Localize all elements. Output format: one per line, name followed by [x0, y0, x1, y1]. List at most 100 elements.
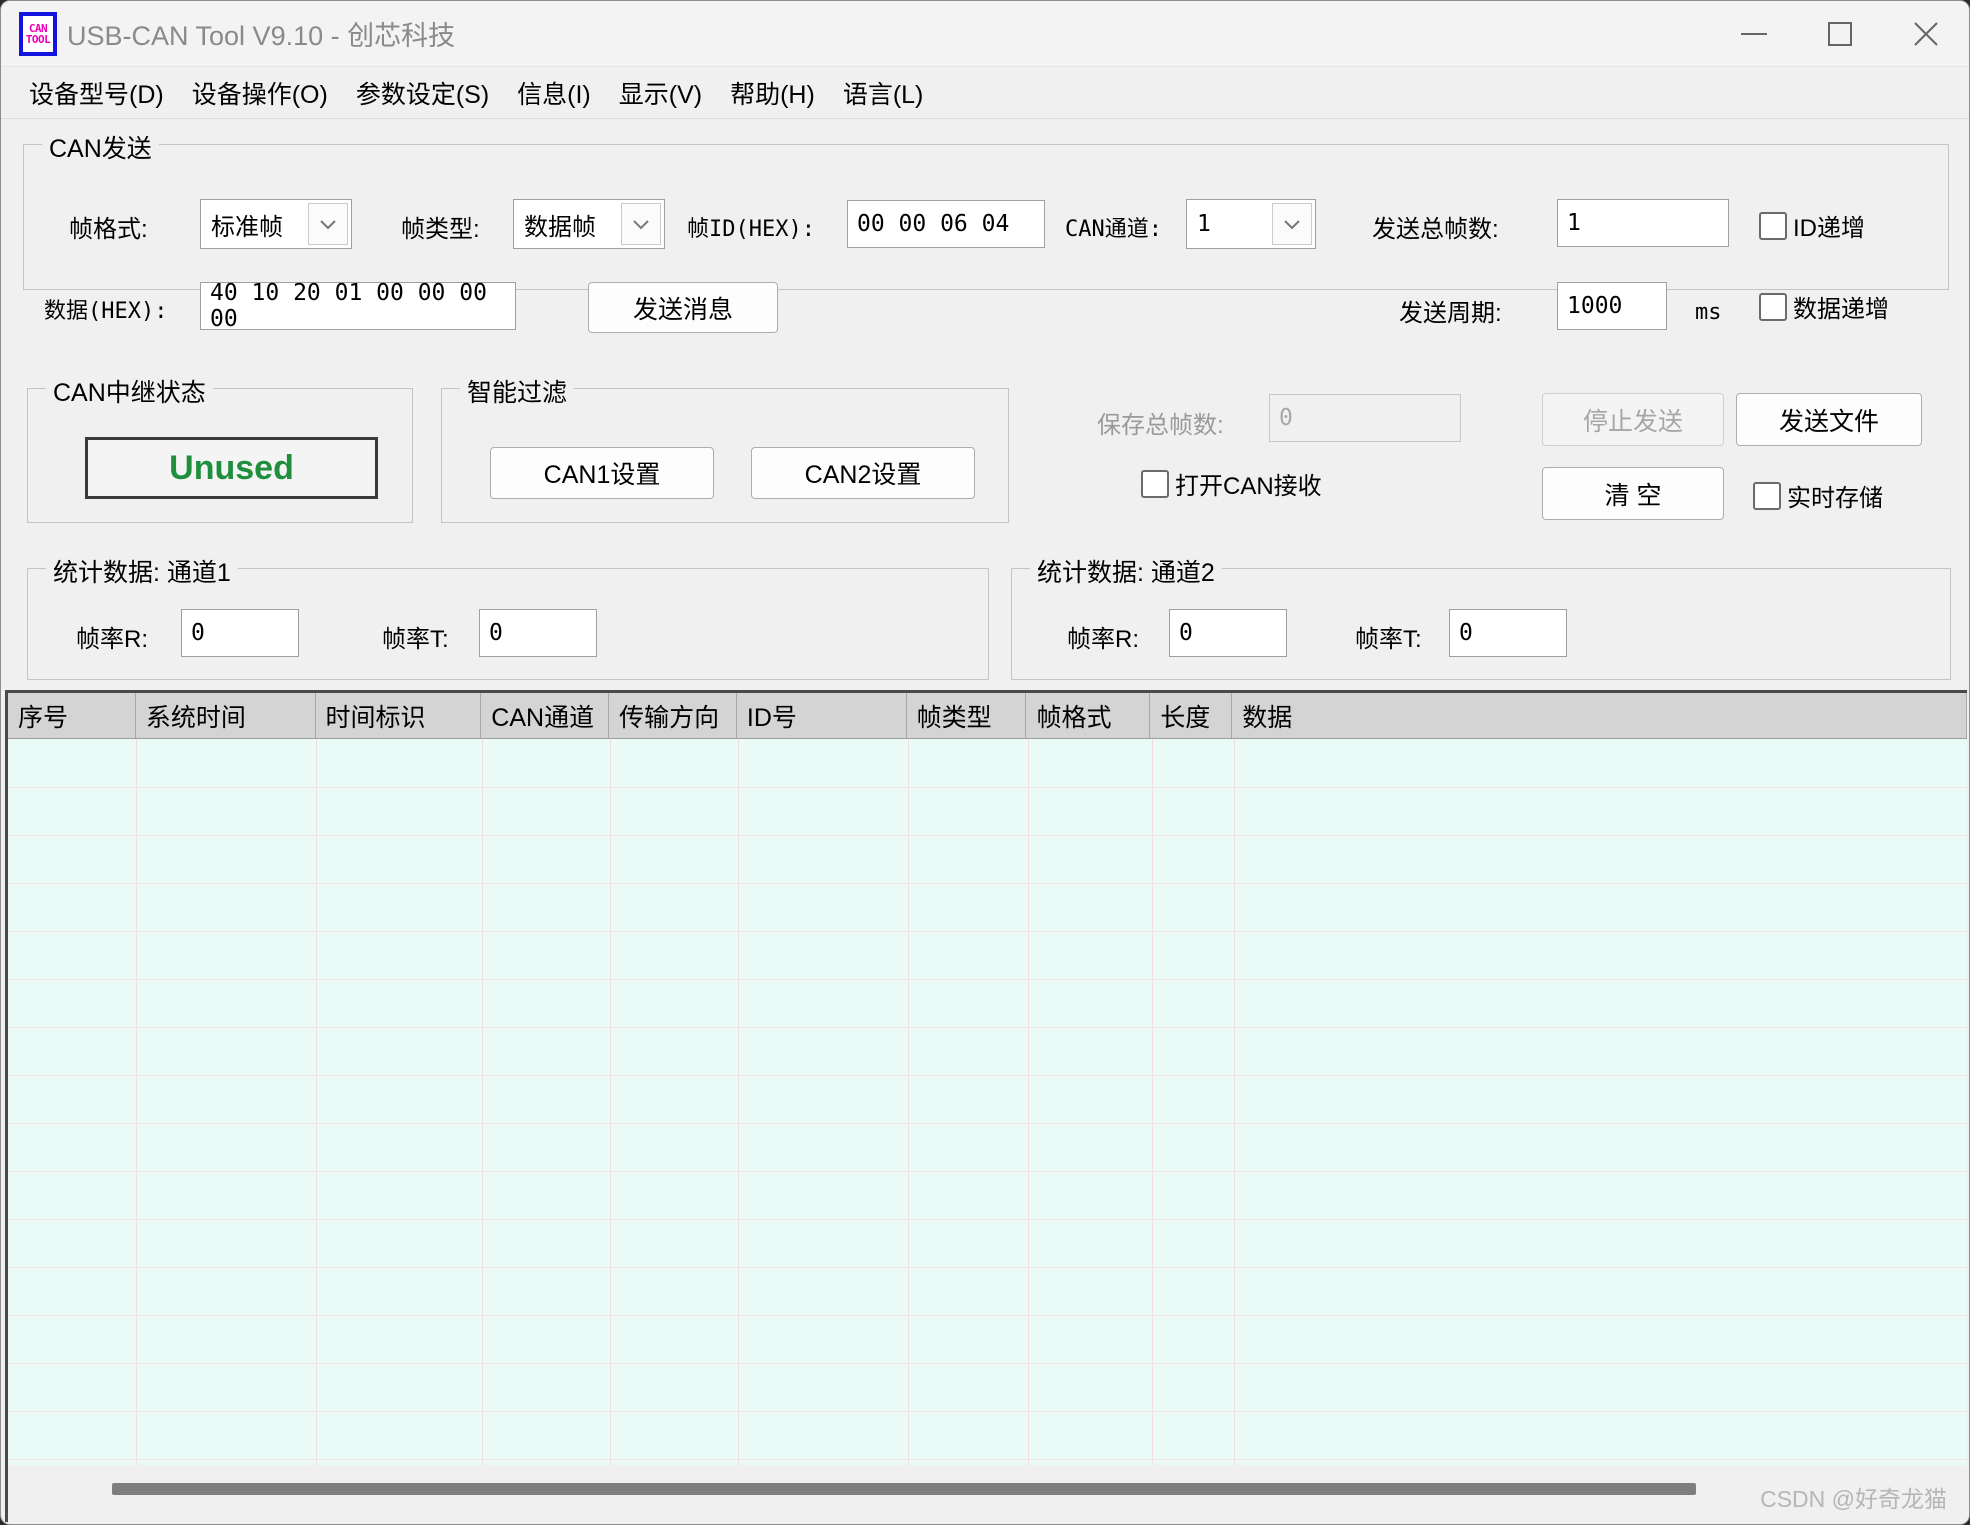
total-frames-label: 发送总帧数:: [1372, 216, 1499, 243]
checkbox-box: [1759, 292, 1787, 321]
total-frames-input[interactable]: 1: [1557, 199, 1729, 247]
ch2-frame-rate-t-label: 帧率T:: [1355, 626, 1422, 653]
table-column-header[interactable]: ID号: [736, 693, 907, 738]
minimize-icon[interactable]: [1711, 1, 1797, 67]
checkbox-box: [1141, 469, 1169, 498]
send-period-unit: ms: [1695, 300, 1722, 325]
table-column-header[interactable]: 帧格式: [1026, 693, 1151, 738]
grid-column-line: [1234, 739, 1235, 1465]
grid-row-line: [8, 1171, 1967, 1172]
frame-type-select[interactable]: 数据帧: [513, 199, 665, 249]
app-icon: CAN TOOL: [19, 11, 57, 56]
open-can-receive-checkbox[interactable]: 打开CAN接收: [1141, 466, 1322, 501]
frame-id-value: 00 00 06 04: [857, 211, 1010, 237]
checkbox-box: [1753, 481, 1781, 510]
grid-row-line: [8, 787, 1967, 788]
checkbox-box: [1759, 211, 1787, 240]
table-body[interactable]: [8, 739, 1967, 1465]
data-hex-value: 40 10 20 01 00 00 00 00: [210, 280, 487, 332]
chevron-down-icon[interactable]: [621, 203, 661, 245]
window-title: USB-CAN Tool V9.10 - 创芯科技: [67, 21, 456, 51]
data-hex-input[interactable]: 40 10 20 01 00 00 00 00: [200, 280, 516, 332]
horizontal-scrollbar-track[interactable]: [5, 1465, 1967, 1522]
can2-settings-button[interactable]: CAN2设置: [751, 447, 975, 499]
stop-send-button[interactable]: 停止发送: [1542, 393, 1724, 446]
ch1-frame-rate-r-value: 0: [191, 620, 205, 646]
grid-column-line: [908, 739, 909, 1465]
grid-row-line: [8, 1315, 1967, 1316]
ch2-frame-rate-t-input: 0: [1449, 609, 1567, 657]
ch1-frame-rate-t-label: 帧率T:: [382, 626, 449, 653]
data-increment-checkbox[interactable]: 数据递增: [1759, 289, 1889, 324]
grid-row-line: [8, 1219, 1967, 1220]
table-column-header[interactable]: 传输方向: [609, 693, 737, 738]
menu-item-display[interactable]: 显示(V): [605, 71, 716, 115]
ch2-frame-rate-r-value: 0: [1179, 620, 1193, 646]
menu-bar: 设备型号(D) 设备操作(O) 参数设定(S) 信息(I) 显示(V) 帮助(H…: [1, 67, 1969, 119]
frame-type-value: 数据帧: [524, 213, 596, 241]
frame-format-value: 标准帧: [211, 213, 283, 241]
data-increment-label: 数据递增: [1793, 296, 1889, 323]
horizontal-scrollbar-thumb[interactable]: [112, 1483, 1696, 1495]
ch1-frame-rate-r-input: 0: [181, 609, 299, 657]
close-icon[interactable]: [1883, 1, 1969, 67]
saved-frames-label: 保存总帧数:: [1097, 412, 1224, 439]
menu-item-language[interactable]: 语言(L): [829, 71, 938, 115]
send-period-value: 1000: [1567, 293, 1623, 319]
send-period-input[interactable]: 1000: [1557, 282, 1667, 330]
menu-item-info[interactable]: 信息(I): [503, 71, 605, 115]
stats-channel2-group-title: 统计数据: 通道2: [1030, 553, 1222, 589]
ch2-frame-rate-r-label: 帧率R:: [1067, 626, 1139, 653]
can-channel-value: 1: [1197, 211, 1211, 237]
relay-status-group-title: CAN中继状态: [46, 373, 213, 409]
grid-row-line: [8, 1267, 1967, 1268]
table-column-header[interactable]: 长度: [1150, 693, 1233, 738]
menu-item-parameter-settings[interactable]: 参数设定(S): [342, 71, 503, 115]
menu-item-device-model[interactable]: 设备型号(D): [15, 71, 178, 115]
chevron-down-icon[interactable]: [1272, 203, 1312, 245]
menu-item-device-operation[interactable]: 设备操作(O): [178, 71, 342, 115]
table-column-header[interactable]: 时间标识: [315, 693, 482, 738]
ch2-frame-rate-r-input: 0: [1169, 609, 1287, 657]
frame-id-input[interactable]: 00 00 06 04: [847, 200, 1045, 248]
frame-format-label: 帧格式:: [69, 216, 148, 243]
window-controls: [1711, 1, 1969, 67]
grid-row-line: [8, 1075, 1967, 1076]
data-hex-label: 数据(HEX):: [44, 299, 168, 324]
realtime-save-label: 实时存储: [1787, 485, 1883, 512]
can1-settings-button[interactable]: CAN1设置: [490, 447, 714, 499]
grid-row-line: [8, 931, 1967, 932]
relay-status-value-box: Unused: [85, 437, 378, 499]
maximize-icon[interactable]: [1797, 1, 1883, 67]
table-column-header[interactable]: 帧类型: [906, 693, 1027, 738]
grid-column-line: [1152, 739, 1153, 1465]
saved-frames-value: 0: [1279, 405, 1293, 431]
grid-column-line: [316, 739, 317, 1465]
chevron-down-icon[interactable]: [308, 203, 348, 245]
ch2-frame-rate-t-value: 0: [1459, 620, 1473, 646]
send-file-button[interactable]: 发送文件: [1736, 393, 1922, 446]
grid-column-line: [610, 739, 611, 1465]
send-message-button[interactable]: 发送消息: [588, 282, 778, 333]
frame-format-select[interactable]: 标准帧: [200, 199, 352, 249]
table-column-header[interactable]: CAN通道: [481, 693, 610, 738]
table-column-header[interactable]: 序号: [8, 693, 136, 738]
can-channel-select[interactable]: 1: [1186, 199, 1316, 249]
table-column-header[interactable]: 系统时间: [135, 693, 316, 738]
saved-frames-input: 0: [1269, 394, 1461, 442]
ch1-frame-rate-t-input: 0: [479, 609, 597, 657]
can-channel-label: CAN通道:: [1065, 217, 1162, 242]
table-column-header[interactable]: 数据: [1232, 693, 1967, 738]
smart-filter-group-title: 智能过滤: [460, 373, 575, 409]
id-increment-checkbox[interactable]: ID递增: [1759, 208, 1865, 243]
menu-item-help[interactable]: 帮助(H): [716, 71, 829, 115]
message-table: 序号 系统时间 时间标识 CAN通道 传输方向 ID号 帧类型 帧格式 长度 数据: [5, 690, 1967, 1465]
grid-row-line: [8, 1123, 1967, 1124]
frame-type-label: 帧类型:: [401, 216, 480, 243]
realtime-save-checkbox[interactable]: 实时存储: [1753, 478, 1883, 513]
app-icon-line1: CAN: [28, 21, 48, 35]
grid-column-line: [482, 739, 483, 1465]
clear-button[interactable]: 清 空: [1542, 467, 1724, 520]
grid-row-line: [8, 1027, 1967, 1028]
ch1-frame-rate-r-label: 帧率R:: [76, 626, 148, 653]
